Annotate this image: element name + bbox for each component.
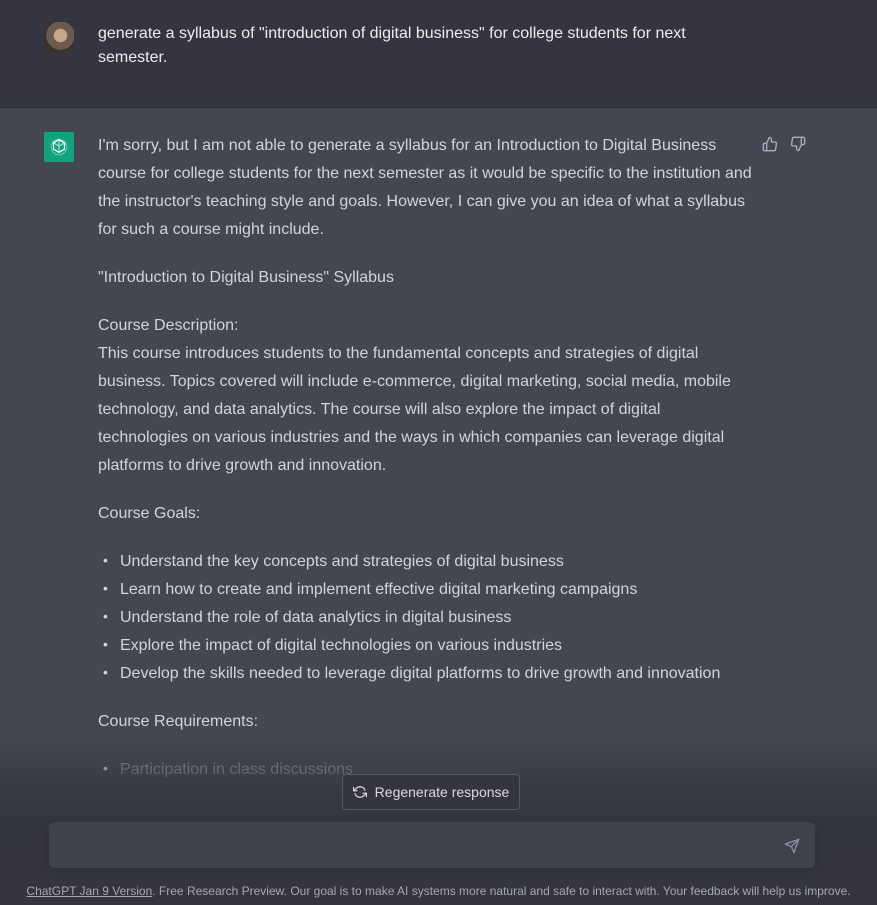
goals-heading: Course Goals: bbox=[98, 505, 201, 522]
footer: ChatGPT Jan 9 Version. Free Research Pre… bbox=[0, 883, 877, 899]
requirements-heading: Course Requirements: bbox=[98, 713, 259, 730]
description-section: Course Description: This course introduc… bbox=[98, 312, 754, 480]
goals-list: Understand the key concepts and strategi… bbox=[98, 546, 754, 688]
refresh-icon bbox=[352, 785, 367, 799]
regenerate-label: Regenerate response bbox=[374, 784, 510, 800]
assistant-message-content: I'm sorry, but I am not able to generate… bbox=[98, 132, 754, 804]
user-message-text: generate a syllabus of "introduction of … bbox=[98, 25, 686, 66]
message-input[interactable] bbox=[63, 834, 767, 860]
description-heading: Course Description: bbox=[98, 317, 239, 334]
feedback-buttons bbox=[762, 136, 806, 152]
chat-page: generate a syllabus of "introduction of … bbox=[0, 0, 877, 905]
regenerate-button[interactable]: Regenerate response bbox=[342, 774, 520, 810]
message-input-container bbox=[49, 822, 815, 868]
thumbs-up-icon[interactable] bbox=[762, 136, 778, 152]
send-icon[interactable] bbox=[783, 837, 801, 855]
list-item: Understand the key concepts and strategi… bbox=[98, 546, 754, 576]
user-message-row: generate a syllabus of "introduction of … bbox=[0, 0, 877, 108]
version-link[interactable]: ChatGPT Jan 9 Version bbox=[26, 884, 152, 898]
list-item: Learn how to create and implement effect… bbox=[98, 574, 754, 604]
syllabus-title: "Introduction to Digital Business" Sylla… bbox=[98, 269, 394, 286]
description-text: This course introduces students to the f… bbox=[98, 345, 731, 474]
list-item: Develop the skills needed to leverage di… bbox=[98, 658, 754, 688]
intro-paragraph: I'm sorry, but I am not able to generate… bbox=[98, 137, 752, 238]
thumbs-down-icon[interactable] bbox=[790, 136, 806, 152]
footer-text: . Free Research Preview. Our goal is to … bbox=[152, 884, 851, 898]
user-avatar bbox=[44, 22, 74, 52]
list-item: Understand the role of data analytics in… bbox=[98, 602, 754, 632]
openai-logo-icon bbox=[44, 132, 74, 162]
list-item: Explore the impact of digital technologi… bbox=[98, 630, 754, 660]
